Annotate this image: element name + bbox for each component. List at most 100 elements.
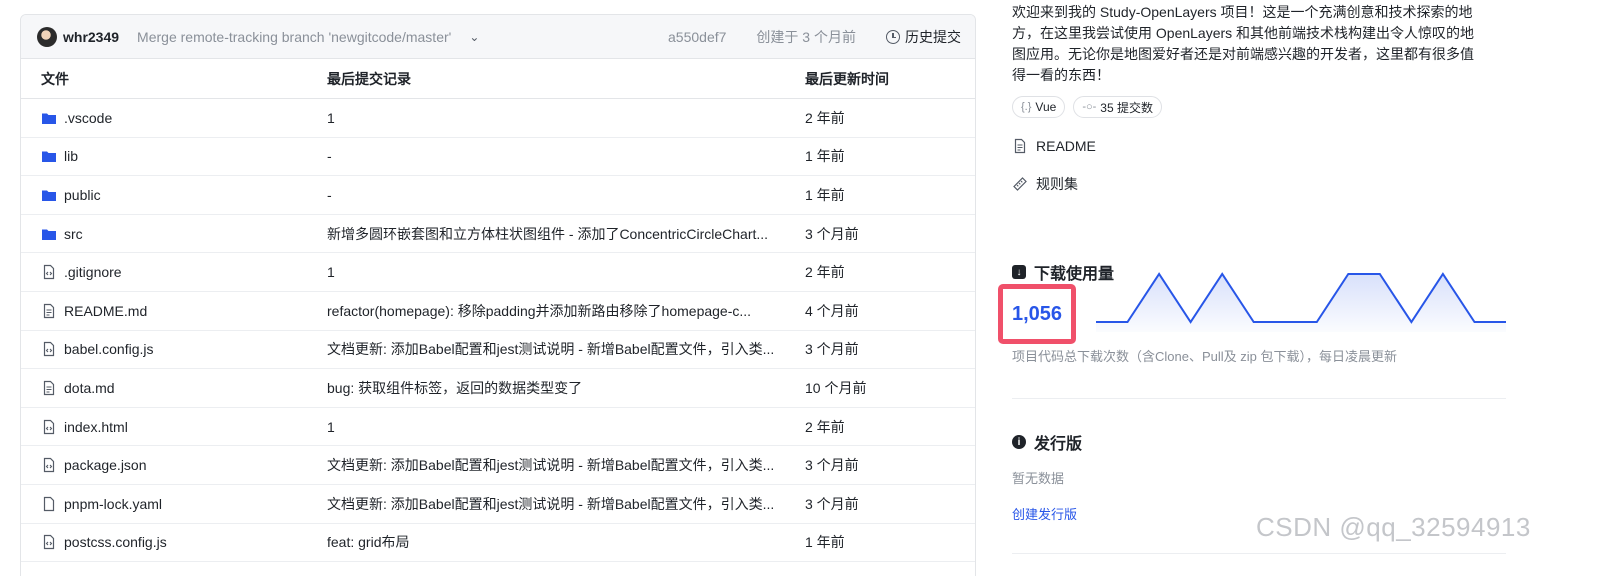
last-commit-message[interactable]: 文档更新: 添加Babel配置和jest测试说明 - 新增Babel配置文件，引…	[307, 339, 785, 359]
table-row[interactable]: pnpm-lock.yaml 文档更新: 添加Babel配置和jest测试说明 -…	[21, 485, 975, 524]
commit-sha[interactable]: a550def7	[668, 29, 726, 45]
latest-commit-bar: whr2349 Merge remote-tracking branch 'ne…	[21, 15, 975, 59]
last-updated-time: 4 个月前	[805, 302, 859, 319]
last-commit-message[interactable]: -	[307, 187, 785, 203]
tag-commit-count[interactable]: -○- 35 提交数	[1073, 96, 1162, 118]
table-row[interactable]: package.json 文档更新: 添加Babel配置和jest测试说明 - 新…	[21, 446, 975, 485]
file-name-link[interactable]: babel.config.js	[64, 341, 154, 357]
table-header: 文件 最后提交记录 最后更新时间	[21, 59, 975, 99]
file-cell: .gitignore	[21, 264, 307, 280]
header-last-commit: 最后提交记录	[327, 70, 411, 87]
last-updated-time: 3 个月前	[805, 225, 859, 242]
section-divider	[1012, 553, 1506, 554]
file-cell: README.md	[21, 303, 307, 319]
tag-language[interactable]: {.} Vue	[1012, 96, 1066, 118]
commit-created-time: 创建于 3 个月前	[756, 28, 856, 45]
file-cell: public	[21, 187, 307, 203]
rules-link[interactable]: 规则集	[1012, 174, 1512, 194]
document-icon	[1014, 138, 1026, 154]
downloads-trend-chart	[1096, 272, 1506, 332]
last-commit-message[interactable]: 1	[307, 110, 785, 126]
clock-icon	[886, 29, 900, 44]
code-braces-icon: {.}	[1021, 101, 1032, 113]
table-row[interactable]: index.html 1 2 年前	[21, 408, 975, 447]
last-commit-message[interactable]: 1	[307, 264, 785, 280]
tag-commit-count-label: 35 提交数	[1100, 100, 1153, 115]
file-cell: lib	[21, 148, 307, 164]
table-row[interactable]: src 新增多圆环嵌套图和立方体柱状图组件 - 添加了ConcentricCirc…	[21, 215, 975, 254]
last-commit-message[interactable]: 文档更新: 添加Babel配置和jest测试说明 - 新增Babel配置文件，引…	[307, 455, 785, 475]
file-name-link[interactable]: package.json	[64, 457, 147, 473]
avatar[interactable]	[37, 26, 57, 47]
commit-author[interactable]: whr2349	[63, 29, 119, 45]
file-name-link[interactable]: lib	[64, 148, 78, 164]
file-name-link[interactable]: postcss.config.js	[64, 534, 167, 550]
history-commits-button[interactable]: 历史提交	[886, 27, 961, 47]
code-file-icon	[43, 458, 55, 473]
table-row[interactable]: postcss.config.js feat: grid布局 1 年前	[21, 524, 975, 563]
repo-description: 欢迎来到我的 Study-OpenLayers 项目！这是一个充满创意和技术探索…	[1012, 4, 1475, 83]
file-name-link[interactable]: .gitignore	[64, 264, 122, 280]
table-row[interactable]: dota.md bug: 获取组件标签，返回的数据类型变了 10 个月前	[21, 369, 975, 408]
file-cell: dota.md	[21, 380, 307, 396]
chevron-down-icon[interactable]: ⌄	[469, 30, 479, 44]
last-updated-time: 3 个月前	[805, 457, 859, 474]
file-cell: package.json	[21, 457, 307, 473]
history-label: 历史提交	[905, 28, 961, 45]
file-cell: src	[21, 226, 307, 242]
releases-title-label: 发行版	[1034, 436, 1083, 453]
table-row[interactable]: README.md refactor(homepage): 移除padding并添…	[21, 292, 975, 331]
file-cell: babel.config.js	[21, 341, 307, 357]
last-commit-message[interactable]: 1	[307, 419, 785, 435]
last-updated-time: 2 年前	[805, 109, 845, 126]
table-row[interactable]: lib - 1 年前	[21, 138, 975, 177]
download-icon: ↓	[1012, 265, 1026, 279]
trend-area	[1096, 274, 1506, 332]
file-cell: index.html	[21, 419, 307, 435]
repo-sidebar: 欢迎来到我的 Study-OpenLayers 项目！这是一个充满创意和技术探索…	[1012, 0, 1512, 284]
folder-icon	[42, 151, 56, 163]
table-row[interactable]: .gitignore 1 2 年前	[21, 253, 975, 292]
last-updated-time: 3 个月前	[805, 341, 859, 358]
create-release-link[interactable]: 创建发行版	[1012, 504, 1077, 523]
file-name-link[interactable]: dota.md	[64, 380, 115, 396]
file-rows: .vscode 1 2 年前 lib - 1 年前 public - 1 年前 src 新增多圆环嵌…	[21, 99, 975, 563]
last-updated-time: 2 年前	[805, 264, 845, 281]
last-commit-message[interactable]: -	[307, 148, 785, 164]
file-name-link[interactable]: pnpm-lock.yaml	[64, 496, 162, 512]
text-file-icon	[43, 303, 55, 318]
file-name-link[interactable]: .vscode	[64, 110, 112, 126]
last-commit-message[interactable]: 新增多圆环嵌套图和立方体柱状图组件 - 添加了ConcentricCircleC…	[307, 224, 785, 244]
code-file-icon	[43, 342, 55, 357]
last-commit-message[interactable]: refactor(homepage): 移除padding并添加新路由移除了ho…	[307, 301, 785, 321]
text-file-icon	[43, 380, 55, 396]
table-row[interactable]: .vscode 1 2 年前	[21, 99, 975, 138]
download-count-highlight: 1,056	[998, 284, 1076, 344]
code-file-icon	[43, 419, 55, 434]
file-name-link[interactable]: src	[64, 226, 83, 242]
commit-message[interactable]: Merge remote-tracking branch 'newgitcode…	[137, 29, 451, 45]
folder-icon	[42, 190, 56, 201]
last-commit-message[interactable]: bug: 获取组件标签，返回的数据类型变了	[307, 378, 785, 398]
readme-link[interactable]: README	[1012, 136, 1512, 156]
header-file: 文件	[41, 70, 69, 87]
table-row[interactable]: babel.config.js 文档更新: 添加Babel配置和jest测试说明 …	[21, 331, 975, 370]
repo-file-list: whr2349 Merge remote-tracking branch 'ne…	[20, 14, 976, 576]
watermark: CSDN @qq_32594913	[1256, 512, 1531, 542]
repo-tags: {.} Vue -○- 35 提交数	[1012, 96, 1512, 118]
file-name-link[interactable]: README.md	[64, 303, 147, 319]
last-commit-message[interactable]: 文档更新: 添加Babel配置和jest测试说明 - 新增Babel配置文件，引…	[307, 494, 785, 514]
code-file-icon	[43, 265, 55, 280]
folder-icon	[42, 113, 56, 124]
tag-language-label: Vue	[1035, 100, 1057, 114]
file-cell: pnpm-lock.yaml	[21, 496, 307, 512]
table-row[interactable]: public - 1 年前	[21, 176, 975, 215]
code-file-icon	[43, 535, 55, 550]
section-divider	[1012, 398, 1506, 399]
last-updated-time: 2 年前	[805, 418, 845, 435]
releases-empty: 暂无数据	[1012, 471, 1065, 486]
file-name-link[interactable]: public	[64, 187, 101, 203]
rules-label: 规则集	[1036, 176, 1078, 192]
last-commit-message[interactable]: feat: grid布局	[307, 532, 785, 552]
file-name-link[interactable]: index.html	[64, 419, 128, 435]
